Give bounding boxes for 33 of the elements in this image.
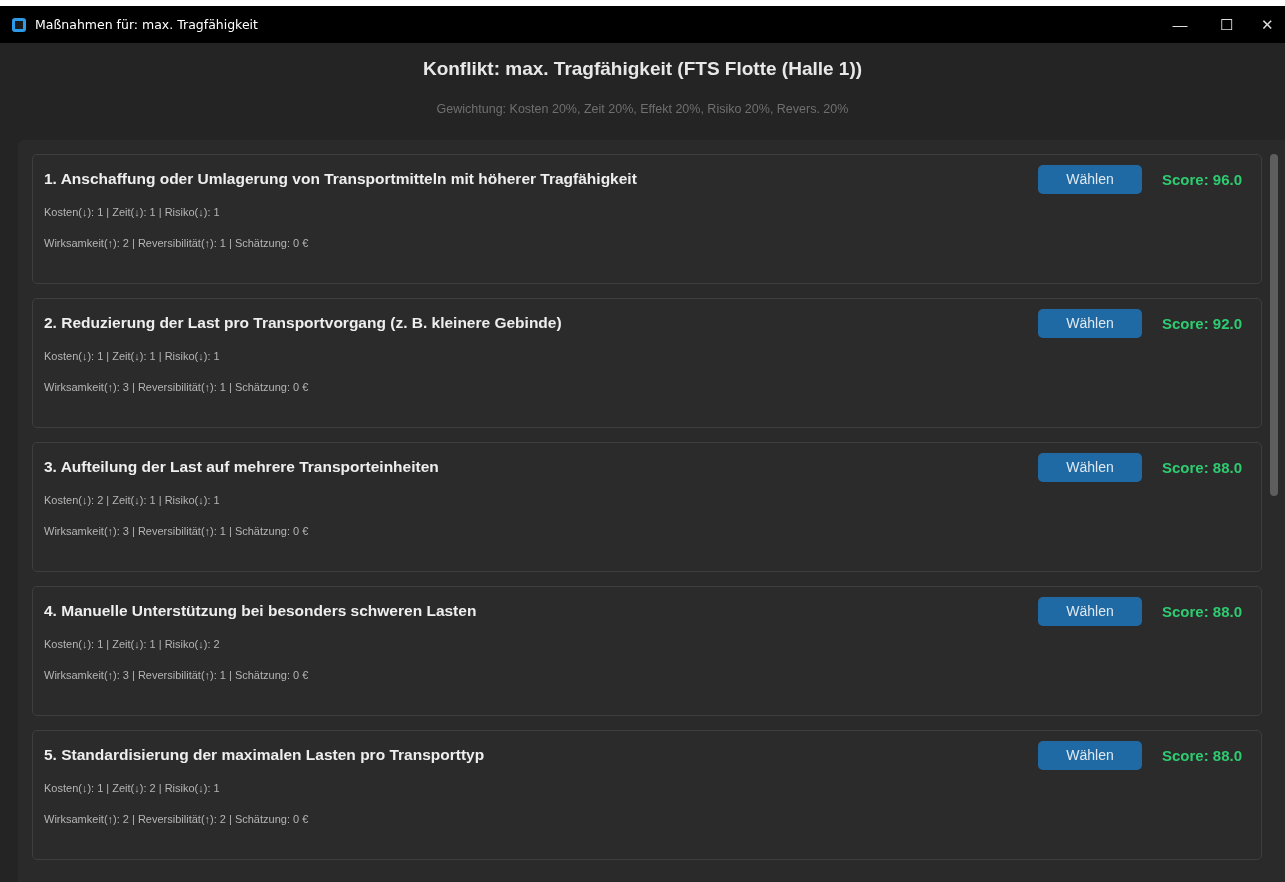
choose-button[interactable]: Wählen bbox=[1038, 596, 1142, 626]
scrollbar-thumb[interactable] bbox=[1269, 154, 1278, 496]
minimize-button[interactable]: — bbox=[1157, 15, 1203, 34]
maximize-button[interactable]: ☐ bbox=[1203, 15, 1249, 34]
score-label: Score: 88.0 bbox=[1162, 746, 1244, 764]
measure-title: 1. Anschaffung oder Umlagerung von Transportmitteln mit höherer Tragfähigkeit bbox=[44, 170, 638, 188]
measure-details: Wirksamkeit(↑): 3 | Reversibilität(↑): 1 | Schätzung: 0 € bbox=[44, 669, 310, 681]
score-label: Score: 92.0 bbox=[1162, 314, 1244, 332]
measure-title: 2. Reduzierung der Last pro Transportvorgang (z. B. kleinere Gebinde) bbox=[44, 314, 563, 332]
measure-details: Kosten(↓): 1 | Zeit(↓): 1 | Risiko(↓): 2 bbox=[44, 638, 221, 650]
measure-title: 4. Manuelle Unterstützung bei besonders schweren Lasten bbox=[44, 602, 478, 620]
weighting-text: Gewichtung: Kosten 20%, Zeit 20%, Effekt 20%, Risiko 20%, Revers. 20% bbox=[436, 102, 849, 116]
measure-title: 5. Standardisierung der maximalen Lasten pro Transporttyp bbox=[44, 746, 486, 764]
close-button[interactable]: ✕ bbox=[1249, 15, 1285, 34]
measure-details: Wirksamkeit(↑): 3 | Reversibilität(↑): 1 | Schätzung: 0 € bbox=[44, 525, 310, 537]
measure-details: Wirksamkeit(↑): 3 | Reversibilität(↑): 1 | Schätzung: 0 € bbox=[44, 381, 310, 393]
score-label: Score: 88.0 bbox=[1162, 602, 1244, 620]
measure-details: Kosten(↓): 1 | Zeit(↓): 1 | Risiko(↓): 1 bbox=[44, 350, 221, 362]
measure-details: Kosten(↓): 1 | Zeit(↓): 2 | Risiko(↓): 1 bbox=[44, 782, 221, 794]
window-title: Maßnahmen für: max. Tragfähigkeit bbox=[35, 17, 259, 32]
measure-title: 3. Aufteilung der Last auf mehrere Transporteinheiten bbox=[44, 458, 440, 476]
measure-details: Wirksamkeit(↑): 2 | Reversibilität(↑): 2 | Schätzung: 0 € bbox=[44, 813, 310, 825]
measure-details: Wirksamkeit(↑): 2 | Reversibilität(↑): 1 | Schätzung: 0 € bbox=[44, 237, 310, 249]
measure-details: Kosten(↓): 1 | Zeit(↓): 1 | Risiko(↓): 1 bbox=[44, 206, 221, 218]
choose-button[interactable]: Wählen bbox=[1038, 452, 1142, 482]
score-label: Score: 88.0 bbox=[1162, 458, 1244, 476]
choose-button[interactable]: Wählen bbox=[1038, 308, 1142, 338]
measure-details: Kosten(↓): 2 | Zeit(↓): 1 | Risiko(↓): 1 bbox=[44, 494, 221, 506]
choose-button[interactable]: Wählen bbox=[1038, 740, 1142, 770]
app-icon bbox=[12, 17, 26, 32]
score-label: Score: 96.0 bbox=[1162, 170, 1244, 188]
conflict-heading: Konflikt: max. Tragfähigkeit (FTS Flotte (Halle 1)) bbox=[422, 58, 863, 80]
choose-button[interactable]: Wählen bbox=[1038, 164, 1142, 194]
